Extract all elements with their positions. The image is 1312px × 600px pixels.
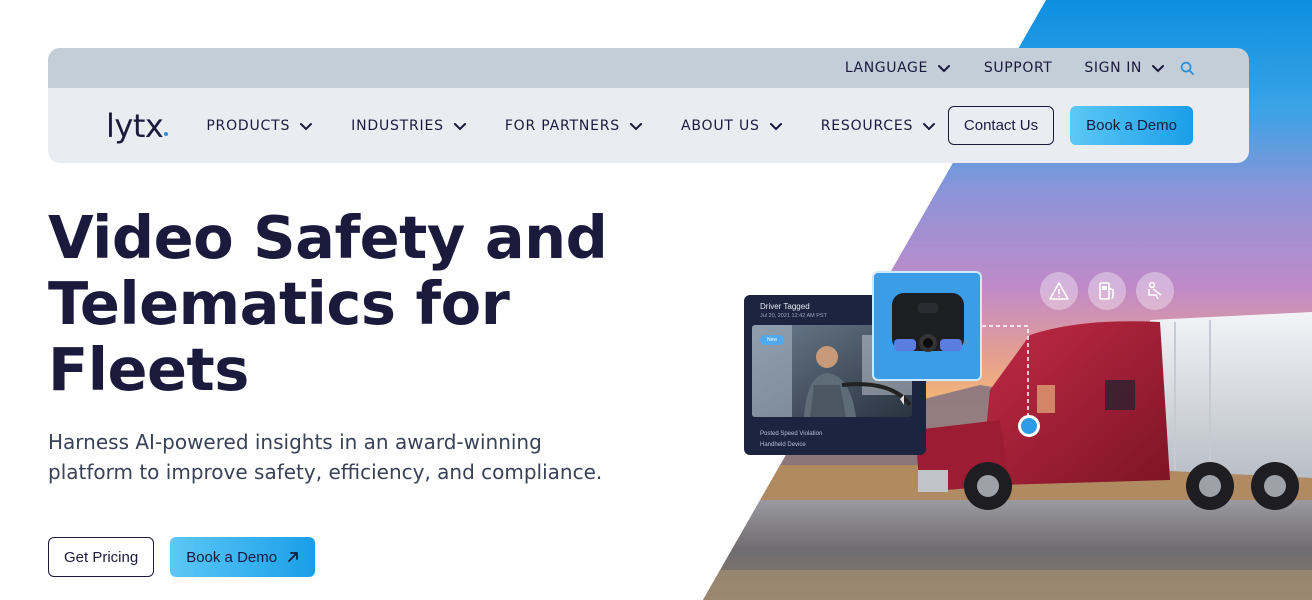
get-pricing-button[interactable]: Get Pricing	[48, 537, 155, 577]
hero-title-line1: Video Safety and	[48, 203, 608, 272]
nav-products-label: PRODUCTS	[206, 117, 291, 134]
get-pricing-label: Get Pricing	[64, 548, 139, 566]
chevron-down-icon	[300, 122, 313, 130]
logo-dot	[164, 131, 169, 136]
warning-icon	[1040, 272, 1078, 310]
nav-resources[interactable]: RESOURCES	[821, 118, 937, 134]
sign-in-label: SIGN IN	[1084, 60, 1142, 76]
book-demo-hero-button[interactable]: Book a Demo	[170, 537, 316, 577]
fuel-pump-icon	[1088, 272, 1126, 310]
nav-for-partners[interactable]: FOR PARTNERS	[505, 118, 644, 134]
truck-location-marker	[1018, 415, 1040, 437]
search-icon	[1180, 61, 1194, 75]
event-violation-2: Handheld Device	[760, 442, 806, 448]
hero-subtitle-line1: Harness AI-powered insights in an award-…	[48, 430, 542, 454]
support-link[interactable]: SUPPORT	[984, 60, 1053, 76]
hero-subtitle-line2: platform to improve safety, efficiency, …	[48, 460, 603, 484]
book-demo-nav-button[interactable]: Book a Demo	[1070, 106, 1193, 145]
search-button[interactable]	[1180, 61, 1195, 76]
event-title: Driver Tagged	[760, 302, 810, 311]
chevron-down-icon	[769, 122, 782, 130]
hero-cta-group: Get Pricing Book a Demo	[48, 537, 316, 577]
hero-title: Video Safety and Telematics for Fleets	[48, 205, 668, 403]
language-menu[interactable]: LANGUAGE	[845, 60, 952, 76]
event-new-badge: New	[760, 335, 784, 345]
dashcam-image	[892, 293, 964, 352]
hero-title-line2: Telematics for	[48, 269, 510, 338]
utility-bar: LANGUAGE SUPPORT SIGN IN	[48, 48, 1249, 88]
chevron-down-icon	[629, 122, 642, 130]
event-violation-1: Posted Speed Violation	[760, 431, 823, 437]
sign-in-menu[interactable]: SIGN IN	[1084, 60, 1166, 76]
nav-resources-label: RESOURCES	[820, 117, 914, 134]
nav-about-us-label: ABOUT US	[680, 117, 760, 134]
hero-title-line3: Fleets	[48, 335, 249, 404]
nav-industries-label: INDUSTRIES	[351, 117, 444, 134]
arrow-up-right-icon	[288, 552, 298, 562]
chevron-down-icon	[923, 122, 936, 130]
main-nav: lytx PRODUCTS INDUSTRIES FOR PARTNERS AB…	[48, 88, 1249, 163]
contact-us-button[interactable]: Contact Us	[947, 106, 1055, 145]
logo-text: lytx	[106, 106, 164, 145]
nav-products[interactable]: PRODUCTS	[206, 118, 314, 134]
chevron-down-icon	[453, 122, 466, 130]
camera-product-card	[872, 271, 982, 381]
chevron-down-icon	[937, 65, 950, 73]
chevron-down-icon	[1152, 65, 1164, 73]
nav-industries[interactable]: INDUSTRIES	[351, 118, 468, 134]
language-label: LANGUAGE	[844, 60, 928, 76]
site-header: LANGUAGE SUPPORT SIGN IN lytx PRODUCTS I…	[48, 48, 1249, 163]
seatbelt-icon	[1136, 272, 1174, 310]
nav-about-us[interactable]: ABOUT US	[681, 118, 784, 134]
event-date: Jul 20, 2021 12:42 AM PST	[760, 313, 827, 319]
nav-for-partners-label: FOR PARTNERS	[504, 117, 620, 134]
book-demo-hero-label: Book a Demo	[186, 548, 278, 566]
lytx-logo[interactable]: lytx	[106, 106, 169, 145]
support-label: SUPPORT	[983, 60, 1053, 76]
hero-subtitle: Harness AI-powered insights in an award-…	[48, 427, 668, 487]
